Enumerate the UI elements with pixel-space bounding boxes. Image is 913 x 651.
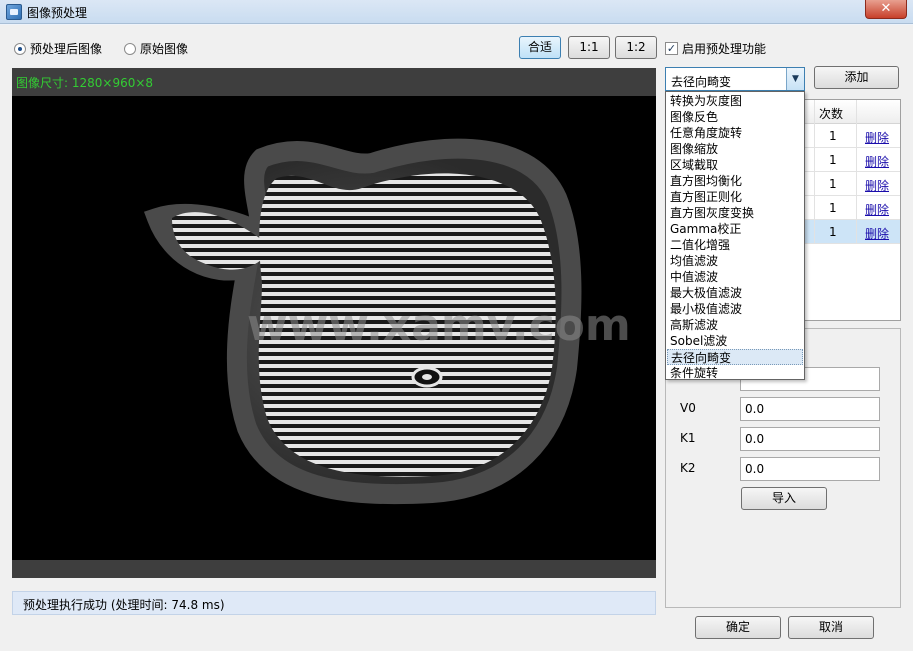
import-button[interactable]: 导入 [741, 487, 827, 510]
dropdown-option[interactable]: 条件旋转 [667, 365, 803, 381]
app-icon [6, 4, 22, 20]
enable-preprocess-label: 启用预处理功能 [682, 42, 767, 56]
zoom-1-1-button[interactable]: 1:1 [568, 36, 610, 59]
dropdown-option[interactable]: 直方图灰度变换 [667, 205, 803, 221]
dropdown-option[interactable]: Gamma校正 [667, 221, 803, 237]
close-button[interactable]: ✕ [865, 0, 907, 19]
dropdown-option[interactable]: Sobel滤波 [667, 333, 803, 349]
radio-selected-icon [14, 42, 26, 55]
ok-button[interactable]: 确定 [695, 616, 781, 639]
count-column-header: 次数 [819, 107, 844, 121]
param-v0-input[interactable]: 0.0 [740, 397, 880, 421]
param-k2-input[interactable]: 0.0 [740, 457, 880, 481]
dropdown-option[interactable]: 高斯滤波 [667, 317, 803, 333]
row-count: 1 [829, 225, 837, 239]
radio-original-image[interactable]: 原始图像 [124, 40, 188, 57]
cancel-button[interactable]: 取消 [788, 616, 874, 639]
center-dot [422, 374, 432, 380]
status-text: 预处理执行成功 (处理时间: 74.8 ms) [23, 598, 225, 612]
checkbox-check-icon: ✓ [665, 42, 678, 55]
param-k1-input[interactable]: 0.0 [740, 427, 880, 451]
radio-unselected-icon [124, 42, 136, 55]
dropdown-option[interactable]: 任意角度旋转 [667, 125, 803, 141]
column-divider [856, 100, 857, 244]
dropdown-option[interactable]: 中值滤波 [667, 269, 803, 285]
row-count: 1 [829, 153, 837, 167]
operation-select[interactable]: 去径向畸变 ▼ [665, 67, 805, 91]
param-v0-label: V0 [680, 401, 696, 415]
dropdown-option[interactable]: 图像缩放 [667, 141, 803, 157]
delete-link[interactable]: 删除 [865, 129, 889, 146]
delete-link[interactable]: 删除 [865, 201, 889, 218]
fringe-image: www.xamv.com [143, 138, 631, 505]
operation-select-value: 去径向畸变 [671, 75, 732, 89]
dropdown-option[interactable]: 直方图均衡化 [667, 173, 803, 189]
delete-link[interactable]: 删除 [865, 153, 889, 170]
dropdown-option[interactable]: 图像反色 [667, 109, 803, 125]
image-size-label: 图像尺寸: 1280×960×8 [16, 76, 154, 90]
viewer-bottom-margin [12, 560, 656, 578]
param-k1-label: K1 [680, 431, 696, 445]
dialog-body: 预处理后图像 原始图像 合适 1:1 1:2 ✓ 启用预处理功能 www.xam… [0, 25, 913, 651]
radio-processed-label: 预处理后图像 [30, 42, 103, 56]
dropdown-option[interactable]: 区域截取 [667, 157, 803, 173]
window-title: 图像预处理 [27, 6, 88, 20]
dropdown-option[interactable]: 最大极值滤波 [667, 285, 803, 301]
image-viewer[interactable]: www.xamv.com 图像尺寸: 1280×960×8 [12, 68, 656, 578]
zoom-1-2-button[interactable]: 1:2 [615, 36, 657, 59]
row-count: 1 [829, 177, 837, 191]
row-count: 1 [829, 129, 837, 143]
dropdown-option[interactable]: 最小极值滤波 [667, 301, 803, 317]
delete-link[interactable]: 删除 [865, 225, 889, 242]
radio-original-label: 原始图像 [140, 42, 189, 56]
row-count: 1 [829, 201, 837, 215]
operation-dropdown-list: 转换为灰度图 图像反色 任意角度旋转 图像缩放 区域截取 直方图均衡化 直方图正… [665, 91, 805, 380]
title-bar: 图像预处理 ✕ [0, 0, 913, 24]
delete-link[interactable]: 删除 [865, 177, 889, 194]
radio-processed-image[interactable]: 预处理后图像 [14, 40, 102, 57]
chevron-down-icon[interactable]: ▼ [786, 68, 804, 90]
param-k2-label: K2 [680, 461, 696, 475]
add-button[interactable]: 添加 [814, 66, 899, 89]
status-bar: 预处理执行成功 (处理时间: 74.8 ms) [12, 591, 656, 615]
enable-preprocess-checkbox[interactable]: ✓ 启用预处理功能 [665, 40, 766, 57]
dropdown-option[interactable]: 二值化增强 [667, 237, 803, 253]
zoom-fit-button[interactable]: 合适 [519, 36, 561, 59]
column-divider [814, 100, 815, 244]
dropdown-option[interactable]: 直方图正则化 [667, 189, 803, 205]
watermark: www.xamv.com [247, 300, 631, 351]
dropdown-option[interactable]: 均值滤波 [667, 253, 803, 269]
dropdown-option[interactable]: 转换为灰度图 [667, 93, 803, 109]
dropdown-option-highlighted[interactable]: 去径向畸变 [667, 349, 803, 365]
